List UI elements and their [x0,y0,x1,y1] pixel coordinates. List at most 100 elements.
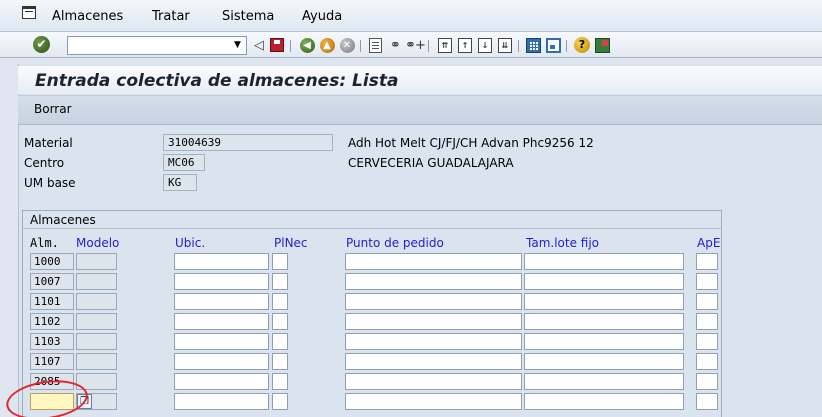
print-icon[interactable] [366,36,384,54]
centro-field[interactable]: MC06 [163,154,205,171]
ubic-input[interactable] [174,273,269,290]
um-base-field[interactable]: KG [163,174,197,191]
alm-cell[interactable]: 1107 [30,353,74,370]
column-header-modelo[interactable]: Modelo [76,236,119,250]
group-title-divider [22,228,722,229]
next-page-icon[interactable]: ↓ [476,36,494,54]
ape-input[interactable] [696,353,718,370]
ape-input[interactable] [696,293,718,310]
alm-cell[interactable]: 1103 [30,333,74,350]
find-next-icon[interactable]: ⚭+ [405,36,426,54]
plnec-input[interactable] [272,373,288,390]
menu-almacenes[interactable]: Almacenes [52,9,123,24]
tam-lote-fijo-input[interactable] [524,273,684,290]
menu-tratar[interactable]: Tratar [152,9,190,24]
modelo-cell [76,253,117,270]
punto-de-pedido-input[interactable] [345,373,522,390]
save-icon[interactable] [268,36,286,54]
tam-lote-fijo-input[interactable] [524,313,684,330]
punto-de-pedido-input[interactable] [345,273,522,290]
almacenes-group-title: Almacenes [30,213,96,227]
column-header-tam-lote-fijo[interactable]: Tam.lote fijo [526,236,599,250]
modelo-cell [76,293,117,310]
command-field[interactable] [67,36,247,55]
find-icon[interactable]: ⚭ [386,36,404,54]
help-icon[interactable]: ? [573,36,591,54]
ubic-input[interactable] [174,393,269,410]
modelo-cell [76,273,117,290]
toolbar-separator [518,40,519,52]
modelo-cell [76,373,117,390]
column-header-ubic[interactable]: Ubic. [175,236,205,250]
punto-de-pedido-input[interactable] [345,253,522,270]
ape-input[interactable] [696,333,718,350]
cancel-icon[interactable]: ✕ [338,36,356,54]
tam-lote-fijo-input[interactable] [524,293,684,310]
last-page-icon[interactable]: ⇊ [496,36,514,54]
menu-ayuda[interactable]: Ayuda [302,9,342,24]
plnec-input[interactable] [272,353,288,370]
value-help-icon[interactable]: ❐ [77,394,92,409]
column-header-alm[interactable]: Alm. [30,236,59,250]
plnec-input[interactable] [272,273,288,290]
punto-de-pedido-input[interactable] [345,333,522,350]
ubic-input[interactable] [174,333,269,350]
punto-de-pedido-input[interactable] [345,353,522,370]
plnec-input[interactable] [272,393,288,410]
shortcut-icon[interactable] [544,36,562,54]
window-menu-icon[interactable] [22,6,36,19]
exit-icon[interactable]: ▲ [318,36,336,54]
ape-input[interactable] [696,253,718,270]
back-triangle-icon[interactable]: ◁ [250,36,268,54]
alm-cell[interactable]: 2085 [30,373,74,390]
alm-cell[interactable] [30,393,74,410]
ubic-input[interactable] [174,373,269,390]
punto-de-pedido-input[interactable] [345,313,522,330]
enter-icon[interactable]: ✔ [33,36,50,53]
punto-de-pedido-input[interactable] [345,393,522,410]
material-description: Adh Hot Melt CJ/FJ/CH Advan Phc9256 12 [348,136,594,150]
material-label: Material [24,136,73,150]
tam-lote-fijo-input[interactable] [524,353,684,370]
modelo-cell [76,353,117,370]
previous-page-icon[interactable]: ↑ [456,36,474,54]
ape-input[interactable] [696,373,718,390]
back-icon[interactable]: ◀ [298,36,316,54]
toolbar-separator [428,40,429,52]
alm-cell[interactable]: 1101 [30,293,74,310]
ape-input[interactable] [696,273,718,290]
borrar-button[interactable]: Borrar [34,102,72,116]
centro-description: CERVECERIA GUADALAJARA [348,156,514,170]
tam-lote-fijo-input[interactable] [524,373,684,390]
ape-input[interactable] [696,313,718,330]
chevron-down-icon[interactable]: ▼ [229,37,246,54]
punto-de-pedido-input[interactable] [345,293,522,310]
ubic-input[interactable] [174,293,269,310]
title-bar: Entrada colectiva de almacenes: Lista [18,66,822,94]
first-page-icon[interactable]: ⇈ [436,36,454,54]
ubic-input[interactable] [174,253,269,270]
material-field[interactable]: 31004639 [163,134,333,151]
ubic-input[interactable] [174,313,269,330]
create-session-icon[interactable] [524,36,542,54]
column-header-plnec[interactable]: PlNec [274,236,308,250]
tam-lote-fijo-input[interactable] [524,393,684,410]
plnec-input[interactable] [272,293,288,310]
plnec-input[interactable] [272,253,288,270]
plnec-input[interactable] [272,313,288,330]
toolbar-separator [360,40,361,52]
ape-input[interactable] [696,393,718,410]
centro-label: Centro [24,156,65,170]
column-header-punto-de-pedido[interactable]: Punto de pedido [346,236,444,250]
menu-sistema[interactable]: Sistema [222,9,274,24]
tam-lote-fijo-input[interactable] [524,253,684,270]
alm-cell[interactable]: 1102 [30,313,74,330]
alm-cell[interactable]: 1007 [30,273,74,290]
tam-lote-fijo-input[interactable] [524,333,684,350]
column-header-ape[interactable]: ApE [697,236,720,250]
modelo-cell [76,313,117,330]
plnec-input[interactable] [272,333,288,350]
ubic-input[interactable] [174,353,269,370]
alm-cell[interactable]: 1000 [30,253,74,270]
layout-icon[interactable] [593,36,611,54]
